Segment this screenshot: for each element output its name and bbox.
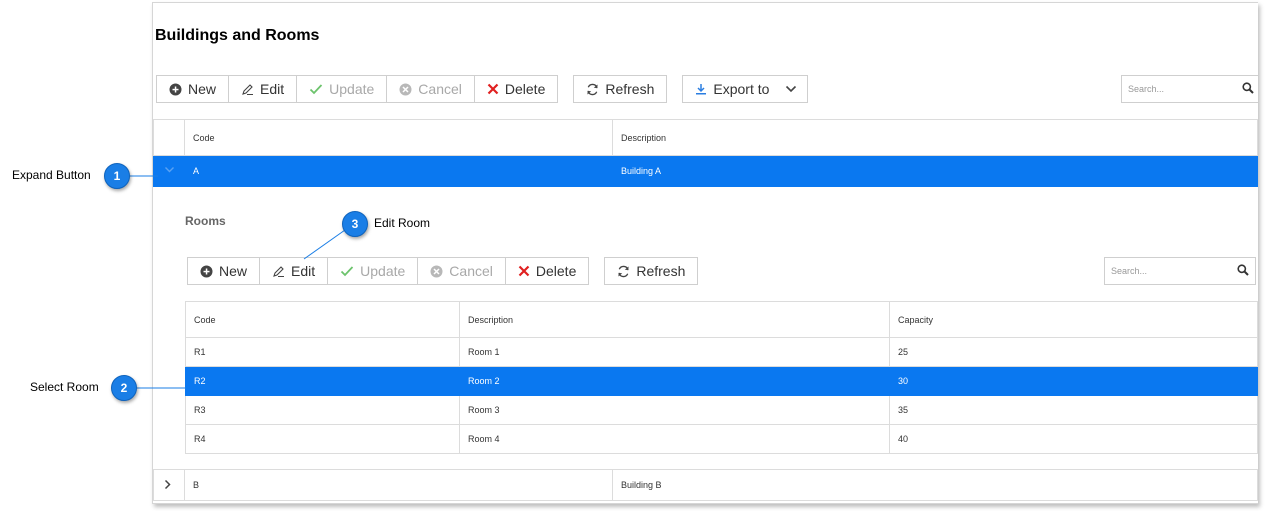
- callout-3-label: Edit Room: [374, 216, 431, 230]
- callout-leader-lines: [130, 175, 346, 389]
- callout-1-badge: 1: [104, 163, 130, 189]
- callout-2-label: Select Room: [30, 380, 99, 394]
- callout-2-badge: 2: [111, 375, 137, 401]
- callout-1-label: Expand Button: [12, 168, 91, 182]
- callout-3-leader: [303, 229, 346, 260]
- callout-3-badge: 3: [342, 211, 368, 237]
